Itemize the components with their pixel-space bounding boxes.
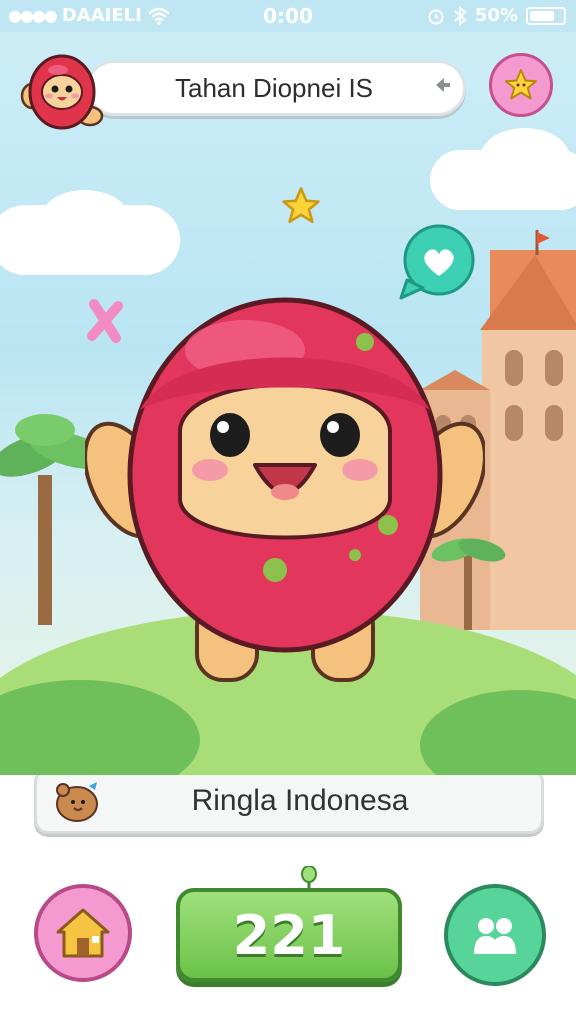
battery-percent: 50% (474, 5, 518, 26)
score-button[interactable]: 221 (176, 888, 402, 982)
star-icon (505, 69, 537, 100)
house-icon (56, 908, 110, 958)
star-button[interactable] (489, 53, 553, 117)
page-title: Tahan Diopnei IS (174, 72, 374, 103)
pet-name: Ringla Indonesa (191, 784, 409, 817)
pet-name-bar[interactable]: Ringla Indonesa (34, 768, 544, 834)
red-hooded-mascot-avatar[interactable] (18, 48, 104, 134)
arrow-left-icon[interactable] (423, 74, 463, 102)
home-button[interactable] (34, 884, 132, 982)
alarm-icon (428, 9, 444, 24)
battery-icon (526, 6, 566, 25)
people-icon (474, 918, 516, 954)
friends-button[interactable] (444, 884, 546, 986)
title-bar[interactable]: Tahan Diopnei IS (86, 60, 466, 116)
star-icon[interactable] (280, 185, 322, 227)
cloud (40, 190, 130, 250)
bear-pet-icon (56, 782, 98, 822)
status-bar: ●●●● DAAIELI 0:00 50% (0, 0, 576, 32)
cloud (480, 128, 570, 188)
red-egg-mascot[interactable] (85, 280, 485, 690)
bluetooth-icon (454, 5, 467, 26)
score-counter: 221 (232, 903, 346, 967)
